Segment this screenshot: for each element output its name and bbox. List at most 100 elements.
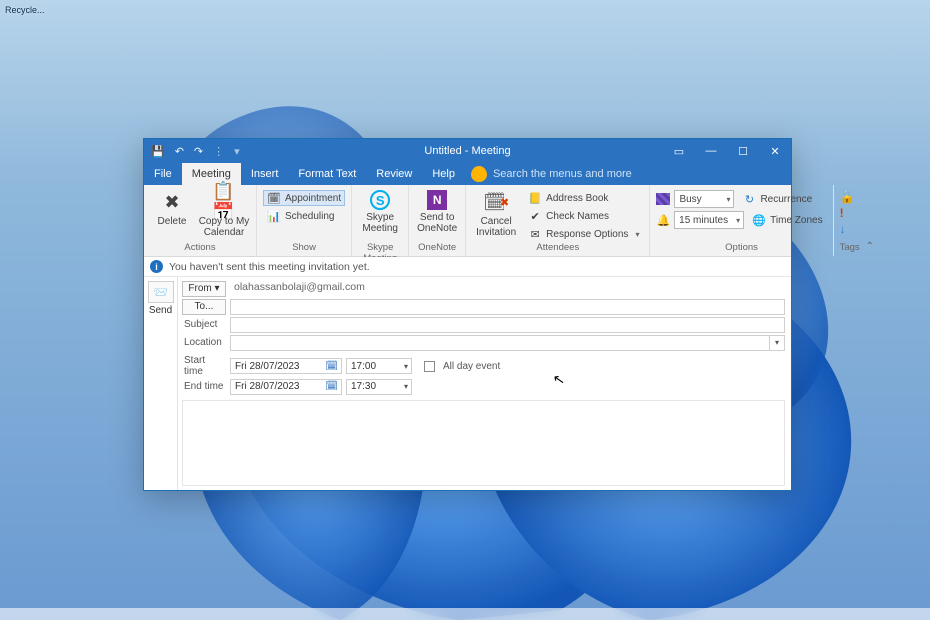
onenote-icon: N [427, 190, 447, 210]
appointment-button[interactable]: 🗓 Appointment [263, 190, 345, 206]
group-options: Busy ↻ Recurrence 🔔 15 minutes 🌐 Time Zone… [650, 185, 833, 256]
reminder-dropdown[interactable]: 15 minutes [674, 211, 744, 229]
meeting-form: 📨 Send From ▾ olahassanbolaji@gmail.com … [144, 277, 791, 490]
ribbon-tabs: File Meeting Insert Format Text Review H… [144, 163, 791, 185]
address-book-icon: 📒 [528, 191, 542, 205]
all-day-checkbox[interactable] [424, 361, 435, 372]
check-names-icon: ✔ [528, 209, 542, 223]
delete-button[interactable]: ✖ Delete [150, 188, 194, 227]
recurrence-button[interactable]: ↻ Recurrence [738, 191, 816, 207]
globe-icon: 🌐 [752, 213, 766, 227]
busy-lbl: Busy [679, 194, 701, 205]
collapse-ribbon-icon[interactable]: ⌃ [866, 185, 874, 256]
group-options-label: Options [656, 242, 826, 256]
tab-help[interactable]: Help [422, 163, 465, 185]
tab-format-text[interactable]: Format Text [288, 163, 366, 185]
send-icon: 📨 [153, 285, 168, 299]
skype-meeting-button[interactable]: S Skype Meeting [358, 188, 402, 234]
private-lock-icon[interactable]: 🔒 [840, 190, 855, 204]
start-time-val: 17:00 [351, 361, 376, 372]
check-names-button[interactable]: ✔ Check Names [524, 208, 643, 224]
all-day-label: All day event [443, 361, 500, 372]
reminder-lbl: 15 minutes [679, 215, 728, 226]
group-actions-label: Actions [150, 242, 250, 256]
start-date-val: Fri 28/07/2023 [235, 361, 300, 372]
subject-label: Subject [182, 319, 226, 330]
response-options-icon: ✉ [528, 227, 542, 241]
group-tags: 🔒 ! ↓ Tags [834, 185, 866, 256]
address-lbl: Address Book [546, 193, 608, 204]
appointment-lbl: Appointment [285, 193, 341, 204]
group-attendees: 🗓✖ Cancel Invitation 📒 Address Book ✔ Chec… [466, 185, 650, 256]
window-title: Untitled - Meeting [144, 145, 791, 157]
copy-label: Copy to My Calendar [199, 216, 250, 238]
high-importance-icon[interactable]: ! [840, 206, 855, 220]
tab-review[interactable]: Review [366, 163, 422, 185]
delete-label: Delete [158, 216, 187, 227]
send-button[interactable]: 📨 [148, 281, 174, 303]
cancel-invitation-button[interactable]: 🗓✖ Cancel Invitation [472, 188, 520, 238]
delete-icon: ✖ [160, 190, 184, 214]
start-time-field[interactable]: 17:00 [346, 358, 412, 374]
tell-me-search[interactable]: Search the menus and more [487, 163, 791, 185]
skype-icon: S [370, 190, 390, 210]
busy-swatch-icon [656, 193, 670, 205]
from-button[interactable]: From ▾ [182, 281, 226, 297]
location-label: Location [182, 337, 226, 348]
reminder-bell-icon: 🔔 [656, 214, 670, 227]
show-as-dropdown[interactable]: Busy [674, 190, 734, 208]
end-time-label: End time [182, 381, 226, 392]
time-zones-button[interactable]: 🌐 Time Zones [748, 212, 826, 228]
address-book-button[interactable]: 📒 Address Book [524, 190, 643, 206]
group-tags-label: Tags [840, 242, 860, 256]
tell-me-bulb-icon[interactable] [471, 166, 487, 182]
check-lbl: Check Names [546, 211, 609, 222]
location-field[interactable] [230, 335, 769, 351]
ribbon: ✖ Delete 📋📅 Copy to My Calendar Actions … [144, 185, 791, 257]
info-bar: i You haven't sent this meeting invitati… [144, 257, 791, 277]
end-time-val: 17:30 [351, 381, 376, 392]
low-importance-icon[interactable]: ↓ [840, 222, 855, 236]
calendar-copy-icon: 📋📅 [212, 190, 236, 214]
copy-to-calendar-button[interactable]: 📋📅 Copy to My Calendar [198, 188, 250, 238]
group-attendees-label: Attendees [472, 242, 643, 256]
location-dropdown-icon[interactable]: ▾ [769, 335, 785, 351]
outlook-meeting-window: 💾 ↶ ↷ ⋮ ▾ Untitled - Meeting ▭ — ☐ ✕ Fil… [143, 138, 792, 491]
desktop-recycle-icon[interactable]: Recycle... [5, 5, 45, 15]
scheduling-icon: 📊 [267, 209, 281, 223]
group-show: 🗓Appointment 📊Scheduling Show [257, 185, 352, 256]
end-time-field[interactable]: 17:30 [346, 379, 412, 395]
appointment-icon: 🗓 [267, 191, 281, 205]
skype-lbl: Skype Meeting [362, 212, 398, 234]
cancel-lbl: Cancel Invitation [476, 216, 516, 238]
to-button[interactable]: To... [182, 299, 226, 315]
from-value: olahassanbolaji@gmail.com [230, 281, 785, 297]
info-icon: i [150, 260, 163, 273]
info-text: You haven't sent this meeting invitation… [169, 261, 370, 273]
subject-field[interactable] [230, 317, 785, 333]
calendar-icon: 🗓 [325, 361, 338, 372]
tab-insert[interactable]: Insert [241, 163, 289, 185]
response-options-button[interactable]: ✉Response Options▾ [524, 226, 643, 242]
tz-lbl: Time Zones [770, 215, 822, 226]
tab-file[interactable]: File [144, 163, 182, 185]
recurrence-lbl: Recurrence [760, 194, 812, 205]
end-date-field[interactable]: Fri 28/07/2023🗓 [230, 379, 342, 395]
onenote-lbl: Send to OneNote [417, 212, 457, 234]
meeting-body-editor[interactable] [182, 400, 785, 486]
titlebar: 💾 ↶ ↷ ⋮ ▾ Untitled - Meeting ▭ — ☐ ✕ [144, 139, 791, 163]
taskbar[interactable] [0, 608, 930, 620]
scheduling-lbl: Scheduling [285, 211, 334, 222]
group-actions: ✖ Delete 📋📅 Copy to My Calendar Actions [144, 185, 257, 256]
recurrence-icon: ↻ [742, 192, 756, 206]
end-date-val: Fri 28/07/2023 [235, 381, 300, 392]
response-lbl: Response Options [546, 229, 628, 240]
group-skype-label: Skype Meeting [358, 242, 402, 256]
to-field[interactable] [230, 299, 785, 315]
send-label: Send [149, 305, 172, 316]
group-skype: S Skype Meeting Skype Meeting [352, 185, 409, 256]
send-to-onenote-button[interactable]: N Send to OneNote [415, 188, 459, 234]
start-date-field[interactable]: Fri 28/07/2023 🗓 [230, 358, 342, 374]
group-onenote: N Send to OneNote OneNote [409, 185, 466, 256]
scheduling-button[interactable]: 📊 Scheduling [263, 208, 345, 224]
